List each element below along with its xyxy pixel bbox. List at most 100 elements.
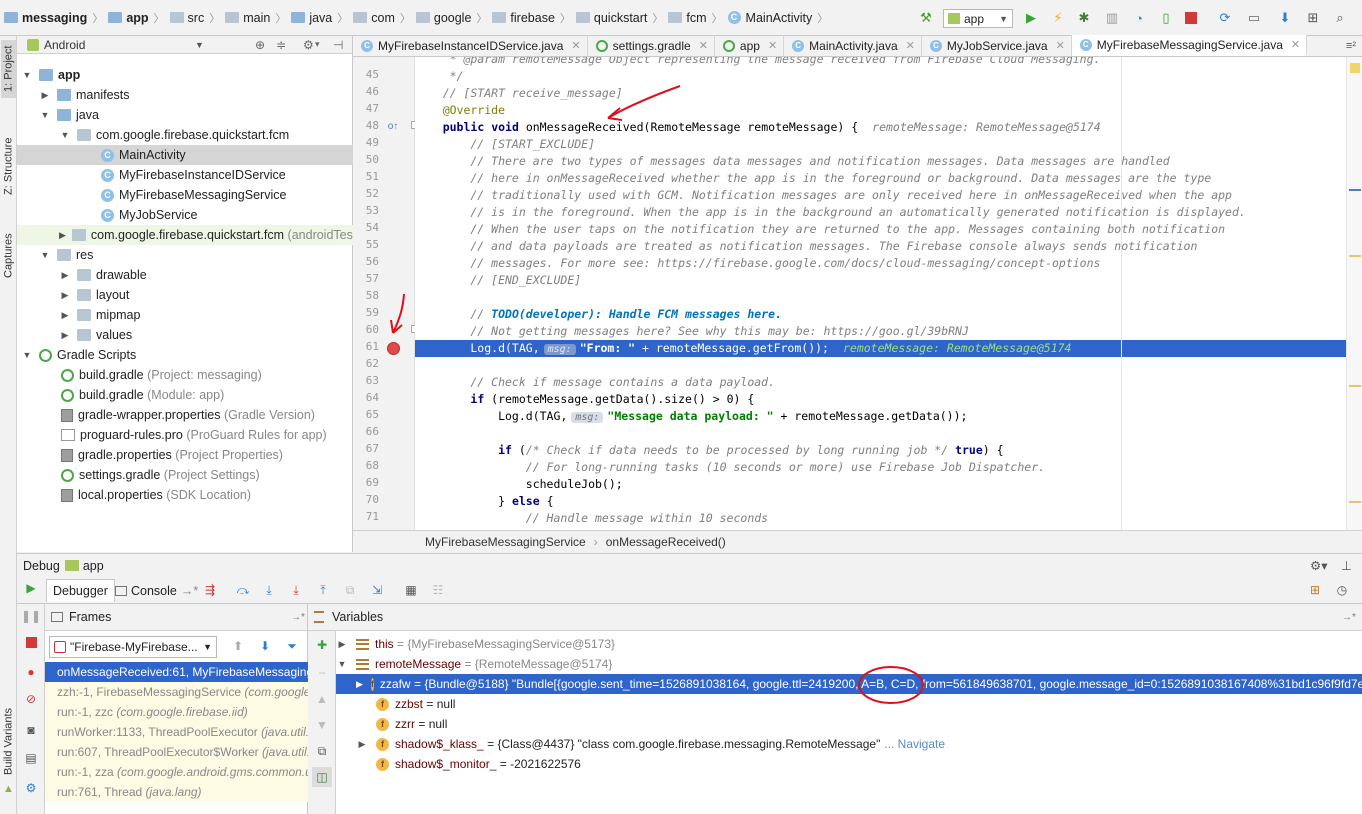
breadcrumb-quickstart[interactable]: quickstart bbox=[575, 11, 647, 25]
tree-item-app[interactable]: ▼ app bbox=[17, 65, 353, 85]
profile-icon[interactable]: ▥ bbox=[1104, 10, 1120, 26]
project-tool-tab[interactable]: 1: Project bbox=[1, 40, 16, 98]
tree-item-gradle-properties[interactable]: gradle.properties (Project Properties) bbox=[17, 445, 353, 465]
pin-icon[interactable]: →* bbox=[1342, 612, 1356, 623]
tree-item-mainactivity[interactable]: C MainActivity bbox=[17, 145, 353, 165]
run-to-cursor-icon[interactable]: ⇲ bbox=[369, 582, 385, 598]
sdk-manager-icon[interactable]: ⬇ bbox=[1277, 10, 1293, 26]
run-tests-icon[interactable]: ▯ bbox=[1158, 10, 1174, 26]
attach-debugger-icon[interactable]: ◔ bbox=[1131, 10, 1147, 26]
frame-row[interactable]: run:-1, zza (com.google.android.gms.comm… bbox=[45, 762, 308, 782]
tree-item-messaging-service[interactable]: C MyFirebaseMessagingService bbox=[17, 185, 353, 205]
settings-icon[interactable]: ◷ bbox=[1334, 582, 1350, 598]
frame-row[interactable]: run:607, ThreadPoolExecutor$Worker (java… bbox=[45, 742, 308, 762]
close-icon[interactable]: ✕ bbox=[699, 39, 708, 52]
variable-row[interactable]: ▼ remoteMessage = {RemoteMessage@5174} bbox=[336, 654, 1362, 674]
force-step-into-icon[interactable]: ⤓ bbox=[288, 582, 304, 598]
breadcrumb-java[interactable]: java bbox=[291, 11, 332, 25]
sync-gradle-icon[interactable]: ⟳ bbox=[1217, 10, 1233, 26]
build-variants-tool-tab[interactable]: Build Variants bbox=[1, 698, 16, 784]
thread-select[interactable]: "Firebase-MyFirebase... ▼ bbox=[49, 636, 217, 658]
structure-tool-tab[interactable]: Z: Structure bbox=[1, 126, 16, 206]
variable-row[interactable]: f zzbst = null bbox=[336, 694, 1362, 714]
filter-icon[interactable]: ⏷ bbox=[285, 639, 299, 653]
chevron-right-icon[interactable]: ▶ bbox=[356, 679, 363, 690]
breadcrumb-method[interactable]: onMessageReceived() bbox=[606, 535, 726, 549]
breadcrumb-module[interactable]: app bbox=[108, 11, 149, 25]
run-config-select[interactable]: app ▼ bbox=[943, 9, 1013, 28]
tree-item-values[interactable]: ▶ values bbox=[17, 325, 353, 345]
stop-icon[interactable] bbox=[1185, 12, 1197, 24]
tree-item-job-service[interactable]: C MyJobService bbox=[17, 205, 353, 225]
variable-row[interactable]: ▶ f shadow$_klass_ = {Class@4437} "class c… bbox=[336, 734, 1362, 754]
tab-app[interactable]: app ✕ bbox=[715, 35, 785, 56]
tree-item-java[interactable]: ▼ java bbox=[17, 105, 353, 125]
tab-overflow-icon[interactable]: ≡² bbox=[1346, 35, 1362, 56]
tree-item-manifests[interactable]: ▶ manifests bbox=[17, 85, 353, 105]
tab-job-service[interactable]: C MyJobService.java ✕ bbox=[922, 35, 1072, 56]
frame-row[interactable]: run:761, Thread (java.lang) bbox=[45, 782, 308, 802]
breadcrumb-google[interactable]: google bbox=[415, 11, 471, 25]
chevron-down-icon[interactable]: ▼ bbox=[195, 40, 204, 50]
tree-item-gradle-scripts[interactable]: ▼ Gradle Scripts bbox=[17, 345, 353, 365]
close-icon[interactable]: ✕ bbox=[768, 39, 777, 52]
watches-icon[interactable]: ◫ bbox=[312, 767, 332, 787]
frame-row[interactable]: onMessageReceived:61, MyFirebaseMessagin… bbox=[45, 662, 308, 682]
restore-layout-icon[interactable]: ▤ bbox=[23, 750, 39, 766]
close-icon[interactable]: ✕ bbox=[571, 39, 580, 52]
collapse-icon[interactable]: ≑ bbox=[276, 38, 286, 52]
hide-icon[interactable]: ⊣ bbox=[333, 38, 343, 52]
editor-scrollbar[interactable] bbox=[1346, 57, 1362, 530]
tab-console[interactable]: Console →* bbox=[109, 579, 204, 602]
close-icon[interactable]: ✕ bbox=[1291, 38, 1300, 51]
breadcrumb-fcm[interactable]: fcm bbox=[668, 11, 707, 25]
remove-watch-icon[interactable]: − bbox=[314, 665, 330, 681]
gear-icon[interactable]: ⚙ bbox=[23, 780, 39, 796]
breadcrumb-main[interactable]: main bbox=[225, 11, 270, 25]
resume-icon[interactable]: ▶ bbox=[23, 580, 39, 596]
trace-icon[interactable]: ☷ bbox=[430, 582, 446, 598]
chevron-down-icon[interactable]: ▾ bbox=[315, 39, 320, 50]
step-into-icon[interactable]: ⤓ bbox=[261, 582, 277, 598]
frame-row[interactable]: zzh:-1, FirebaseMessagingService (com.go… bbox=[45, 682, 308, 702]
tree-item-build-gradle-module[interactable]: build.gradle (Module: app) bbox=[17, 385, 353, 405]
run-icon[interactable]: ▶ bbox=[1023, 10, 1039, 26]
restore-layout-icon[interactable]: ⊞ bbox=[1307, 582, 1323, 598]
tab-mainactivity[interactable]: C MainActivity.java ✕ bbox=[784, 35, 922, 56]
locate-icon[interactable]: ⊕ bbox=[255, 38, 265, 52]
gear-icon[interactable]: ⚙ bbox=[303, 38, 314, 52]
project-structure-icon[interactable]: ⊞ bbox=[1305, 10, 1321, 26]
tab-messaging-service[interactable]: C MyFirebaseMessagingService.java ✕ bbox=[1071, 35, 1308, 56]
pin-icon[interactable]: →* bbox=[291, 612, 305, 623]
tree-item-settings-gradle[interactable]: settings.gradle (Project Settings) bbox=[17, 465, 353, 485]
breadcrumb-project[interactable]: messaging bbox=[4, 11, 87, 25]
step-over-icon[interactable]: ⤼ bbox=[235, 582, 251, 598]
variable-row[interactable]: ▶ this = {MyFirebaseMessagingService@5173… bbox=[336, 634, 1362, 654]
tree-item-package[interactable]: ▼ com.google.firebase.quickstart.fcm bbox=[17, 125, 353, 145]
stop-icon[interactable] bbox=[26, 637, 37, 648]
frame-row[interactable]: runWorker:1133, ThreadPoolExecutor (java… bbox=[45, 722, 308, 742]
tree-item-res[interactable]: ▼ res bbox=[17, 245, 353, 265]
navigate-link[interactable]: ... Navigate bbox=[884, 737, 945, 751]
debug-session-tab[interactable]: app bbox=[83, 559, 104, 573]
drop-frame-icon[interactable]: ⧉ bbox=[342, 582, 358, 598]
show-execution-point-icon[interactable]: ⇶ bbox=[202, 582, 218, 598]
tree-item-layout[interactable]: ▶ layout bbox=[17, 285, 353, 305]
tree-item-proguard[interactable]: proguard-rules.pro (ProGuard Rules for a… bbox=[17, 425, 353, 445]
breadcrumb-mainactivity[interactable]: C MainActivity bbox=[727, 11, 812, 25]
tree-item-build-gradle-project[interactable]: build.gradle (Project: messaging) bbox=[17, 365, 353, 385]
project-view-select[interactable]: Android bbox=[44, 38, 85, 52]
tree-item-gradle-wrapper[interactable]: gradle-wrapper.properties (Gradle Versio… bbox=[17, 405, 353, 425]
new-watch-icon[interactable]: ✚ bbox=[314, 637, 330, 653]
tree-item-local-properties[interactable]: local.properties (SDK Location) bbox=[17, 485, 353, 505]
variable-row[interactable]: f shadow$_monitor_ = -2021622576 bbox=[336, 754, 1362, 774]
arrow-down-icon[interactable]: ▼ bbox=[314, 717, 330, 733]
variable-row-selected[interactable]: ▶ f zzafw = {Bundle@5188} "Bundle[{google.… bbox=[336, 674, 1362, 694]
debug-icon[interactable]: ✱ bbox=[1076, 10, 1092, 26]
camera-icon[interactable]: ◙ bbox=[23, 722, 39, 738]
tab-settings-gradle[interactable]: settings.gradle ✕ bbox=[588, 35, 715, 56]
pause-icon[interactable]: ❚❚ bbox=[21, 608, 41, 624]
search-icon[interactable]: ⌕ bbox=[1332, 10, 1348, 26]
arrow-down-icon[interactable]: ⬇ bbox=[258, 639, 272, 653]
breadcrumb-com[interactable]: com bbox=[353, 11, 395, 25]
